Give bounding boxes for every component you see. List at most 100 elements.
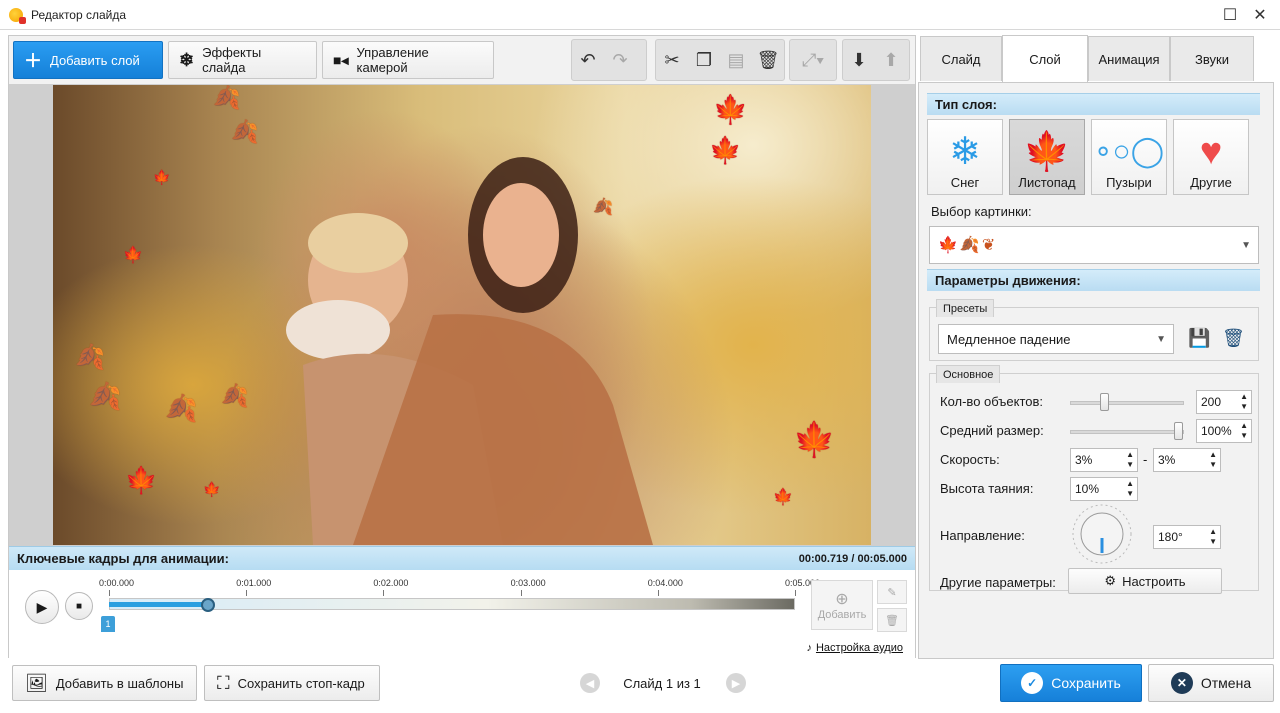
size-label: Средний размер: bbox=[940, 423, 1044, 438]
add-layer-button[interactable]: ＋ Добавить слой bbox=[13, 41, 163, 79]
maximize-icon[interactable]: ☐ bbox=[1218, 4, 1242, 26]
picture-select[interactable]: 🍁🍂❦ ▼ bbox=[929, 226, 1259, 264]
speed-max-input[interactable]: 3% ▲ ▼ bbox=[1153, 448, 1221, 472]
save-frame-button[interactable]: ⛶ Сохранить стоп-кадр bbox=[204, 665, 380, 701]
timeline-tick-label: 0:02.000 bbox=[373, 578, 409, 588]
add-keyframe-label: Добавить bbox=[817, 609, 867, 621]
delete-keyframe-button[interactable]: 🗑 bbox=[877, 608, 907, 632]
keyframe-marker[interactable]: 1 bbox=[101, 616, 115, 632]
spinner-arrows-icon[interactable]: ▲ ▼ bbox=[1209, 450, 1217, 470]
app-logo-icon bbox=[9, 7, 26, 24]
timeline-tick-mark bbox=[383, 590, 385, 596]
direction-label: Направление: bbox=[940, 528, 1025, 543]
undo-icon[interactable]: ↶ bbox=[572, 44, 604, 76]
timeline-tick-label: 0:03.000 bbox=[510, 578, 546, 588]
size-slider[interactable] bbox=[1070, 430, 1184, 434]
camera-frame-icon: ⛶ bbox=[217, 672, 230, 693]
layer-type-bubbles[interactable]: ∘○◯ Пузыри bbox=[1091, 119, 1167, 195]
layer-type-other[interactable]: ♥ Другие bbox=[1173, 119, 1249, 195]
direction-input[interactable]: 180° ▲ ▼ bbox=[1153, 525, 1221, 549]
playback-time: 00:00.719 / 00:05.000 bbox=[798, 552, 907, 565]
slide-photo[interactable]: 🍂 🍂 🍁 🍁 🍁 🍂 🍁 🍂 🍂 🍂 🍂 🍁 🍁 🍁 🍁 bbox=[53, 85, 871, 545]
presets-group: Пресеты Медленное падение ▼ 💾 🗑 bbox=[929, 299, 1259, 361]
delete-preset-icon[interactable]: 🗑 bbox=[1222, 328, 1245, 349]
tab-slide[interactable]: Слайд bbox=[920, 36, 1002, 81]
count-value: 200 bbox=[1201, 395, 1222, 409]
size-slider-knob[interactable] bbox=[1174, 422, 1183, 440]
timeline-tick-mark bbox=[657, 590, 659, 596]
add-keyframe-button[interactable]: ⊕ Добавить bbox=[811, 580, 873, 630]
audio-settings-label: Настройка аудио bbox=[815, 642, 903, 654]
spinner-arrows-icon[interactable]: ▲ ▼ bbox=[1209, 527, 1217, 547]
edit-keyframe-button[interactable]: ✎ bbox=[877, 580, 907, 604]
count-slider-knob[interactable] bbox=[1100, 393, 1109, 411]
timeline-tick-mark bbox=[246, 590, 248, 596]
add-to-templates-button[interactable]: 🖼 Добавить в шаблоны bbox=[12, 665, 197, 701]
direction-dial[interactable] bbox=[1072, 504, 1132, 564]
melt-input[interactable]: 10% ▲ ▼ bbox=[1070, 477, 1138, 501]
camera-control-label: Управление камерой bbox=[356, 45, 429, 75]
count-slider[interactable] bbox=[1070, 401, 1184, 405]
configure-button[interactable]: ⚙ Настроить bbox=[1068, 568, 1222, 594]
slide-effects-label: Эффекты слайда bbox=[202, 45, 262, 75]
save-label: Сохранить bbox=[1051, 675, 1121, 691]
leaf-icon: 🍁 bbox=[123, 247, 143, 264]
copy-icon[interactable]: ❐ bbox=[688, 44, 720, 76]
previous-slide-button[interactable]: ◀ bbox=[580, 673, 600, 693]
arrow-down-icon[interactable]: ⬇ bbox=[843, 44, 875, 76]
size-input[interactable]: 100% ▲ ▼ bbox=[1196, 419, 1252, 443]
other-params-label: Другие параметры: bbox=[940, 575, 1056, 590]
arrow-right-icon: ▶ bbox=[731, 677, 741, 690]
speed-min-value: 3% bbox=[1075, 453, 1093, 467]
play-button[interactable]: ▶ bbox=[25, 590, 59, 624]
count-input[interactable]: 200 ▲ ▼ bbox=[1196, 390, 1252, 414]
editor-toolbar: ＋ Добавить слой ❄ Эффекты слайда ■◂ Упра… bbox=[9, 36, 915, 84]
delete-icon[interactable]: 🗑 bbox=[752, 44, 784, 76]
stop-button[interactable]: ■ bbox=[65, 592, 93, 620]
camera-control-button[interactable]: ■◂ Управление камерой bbox=[322, 41, 494, 79]
heart-icon: ♥ bbox=[1199, 131, 1223, 173]
configure-label: Настроить bbox=[1122, 573, 1186, 589]
leaf-icon: 🍁 bbox=[203, 481, 221, 497]
chevron-down-icon: ▼ bbox=[1156, 333, 1166, 345]
slide-counter: Слайд 1 из 1 bbox=[623, 676, 701, 691]
tab-sounds[interactable]: Звуки bbox=[1170, 36, 1254, 81]
basic-params-group: Основное Кол-во объектов: 200 ▲ ▼ Средний… bbox=[929, 365, 1259, 594]
tab-layer[interactable]: Слой bbox=[1002, 35, 1088, 83]
presets-title: Пресеты bbox=[936, 299, 995, 317]
preset-select[interactable]: Медленное падение ▼ bbox=[938, 324, 1174, 354]
timeline-playhead[interactable] bbox=[200, 598, 215, 612]
scissors-icon[interactable]: ✂ bbox=[656, 44, 688, 76]
music-note-icon: ♪ bbox=[806, 642, 812, 654]
leaf-icon: 🍂 bbox=[75, 344, 105, 371]
spinner-arrows-icon[interactable]: ▲ ▼ bbox=[1240, 421, 1248, 441]
cancel-button[interactable]: ✕ Отмена bbox=[1148, 664, 1274, 702]
timeline-tick-mark bbox=[520, 590, 522, 596]
paste-icon[interactable]: ▤ bbox=[720, 44, 752, 76]
slide-effects-button[interactable]: ❄ Эффекты слайда bbox=[168, 41, 317, 79]
arrow-up-icon[interactable]: ⬆ bbox=[875, 44, 907, 76]
close-icon[interactable]: ✕ bbox=[1248, 4, 1272, 26]
spinner-arrows-icon[interactable]: ▲ ▼ bbox=[1126, 479, 1134, 499]
image-add-icon: 🖼 bbox=[25, 672, 48, 693]
layer-type-leaves[interactable]: 🍁 Листопад bbox=[1009, 119, 1085, 195]
add-layer-label: Добавить слой bbox=[50, 52, 140, 68]
properties-tabs: Слайд Слой Анимация Звуки bbox=[918, 35, 1274, 83]
save-button[interactable]: ✓ Сохранить bbox=[1000, 664, 1142, 702]
plus-circle-icon: ⊕ bbox=[835, 591, 849, 608]
audio-settings-link[interactable]: ♪ Настройка аудио bbox=[806, 642, 903, 654]
title-bar: Редактор слайда ☐ ✕ bbox=[0, 0, 1280, 30]
next-slide-button[interactable]: ▶ bbox=[726, 673, 746, 693]
layer-type-snow[interactable]: ❄ Снег bbox=[927, 119, 1003, 195]
size-value: 100% bbox=[1201, 424, 1232, 438]
tab-animation[interactable]: Анимация bbox=[1088, 36, 1170, 81]
keyframes-title: Ключевые кадры для анимации: bbox=[17, 551, 229, 566]
save-preset-icon[interactable]: 💾 bbox=[1188, 328, 1210, 349]
spinner-arrows-icon[interactable]: ▲ ▼ bbox=[1240, 392, 1248, 412]
fit-screen-icon[interactable]: ⤢▾ bbox=[790, 44, 836, 76]
redo-icon[interactable]: ↷ bbox=[604, 44, 636, 76]
speed-min-input[interactable]: 3% ▲ ▼ bbox=[1070, 448, 1138, 472]
gear-icon: ⚙ bbox=[1104, 573, 1117, 588]
layer-type-label: Пузыри bbox=[1106, 175, 1152, 190]
spinner-arrows-icon[interactable]: ▲ ▼ bbox=[1126, 450, 1134, 470]
